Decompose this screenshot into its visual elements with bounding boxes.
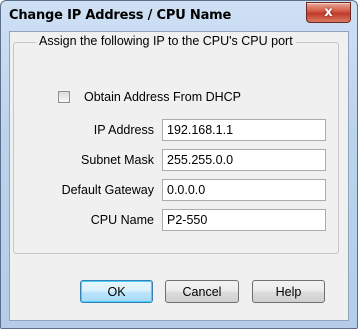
cancel-button[interactable]: Cancel xyxy=(165,280,239,303)
close-button[interactable]: x xyxy=(306,2,351,23)
cancel-button-label: Cancel xyxy=(182,284,222,299)
cpu-name-label: CPU Name xyxy=(90,213,154,227)
ip-address-label: IP Address xyxy=(93,123,154,137)
subnet-mask-input[interactable]: 255.255.0.0 xyxy=(162,149,326,171)
dialog-title: Change IP Address / CPU Name xyxy=(9,8,232,23)
dhcp-checkbox-row[interactable]: Obtain Address From DHCP xyxy=(58,90,241,104)
help-button-label: Help xyxy=(275,284,302,299)
ok-button[interactable]: OK xyxy=(80,280,153,303)
dhcp-checkbox-label[interactable]: Obtain Address From DHCP xyxy=(84,90,241,104)
dhcp-checkbox[interactable] xyxy=(58,91,70,103)
close-icon: x xyxy=(324,5,333,20)
help-button[interactable]: Help xyxy=(252,280,325,303)
ip-address-input[interactable]: 192.168.1.1 xyxy=(162,119,326,141)
ok-button-label: OK xyxy=(107,284,126,299)
cpu-name-input[interactable]: P2-550 xyxy=(162,209,326,231)
default-gateway-label: Default Gateway xyxy=(61,183,154,197)
default-gateway-input[interactable]: 0.0.0.0 xyxy=(162,179,326,201)
groupbox-legend: Assign the following IP to the CPU's CPU… xyxy=(36,34,296,48)
title-bar[interactable]: Change IP Address / CPU Name x xyxy=(1,1,357,31)
subnet-mask-label: Subnet Mask xyxy=(81,153,154,167)
